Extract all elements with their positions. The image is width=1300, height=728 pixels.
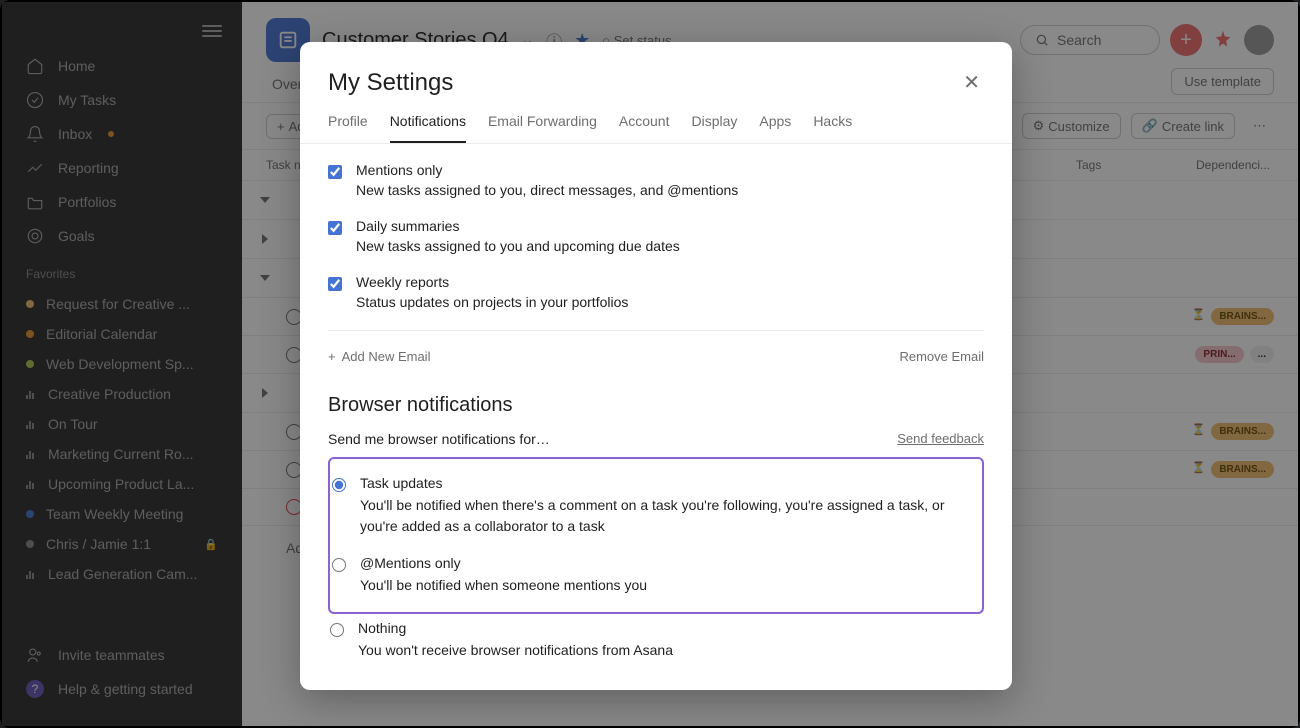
radio-input[interactable] [332, 478, 346, 492]
checkbox-input[interactable] [328, 221, 342, 235]
checkbox-input[interactable] [328, 277, 342, 291]
close-button[interactable]: ✕ [959, 66, 984, 99]
radio-input[interactable] [332, 558, 346, 572]
modal-tab-profile[interactable]: Profile [328, 113, 368, 143]
modal-tabs: Profile Notifications Email Forwarding Acco… [300, 99, 1012, 144]
browser-notifications-heading: Browser notifications [328, 394, 984, 417]
radio-task-updates[interactable]: Task updatesYou'll be notified when ther… [330, 475, 968, 537]
radio-input[interactable] [330, 623, 344, 637]
remove-email-button[interactable]: Remove Email [899, 349, 984, 364]
add-email-button[interactable]: +Add New Email [328, 349, 430, 364]
plus-icon: + [328, 349, 336, 364]
modal-tab-notifications[interactable]: Notifications [390, 113, 466, 143]
checkbox-desc: Status updates on projects in your portf… [356, 294, 628, 310]
highlighted-options: Task updatesYou'll be notified when ther… [328, 457, 984, 614]
send-feedback-link[interactable]: Send feedback [897, 431, 984, 447]
modal-tab-hacks[interactable]: Hacks [813, 113, 852, 143]
checkbox-title: Daily summaries [356, 218, 680, 234]
modal-title: My Settings [328, 69, 453, 97]
settings-modal: My Settings ✕ Profile Notifications Email … [300, 42, 1012, 690]
browser-subhead: Send me browser notifications for… [328, 431, 550, 447]
checkbox-input[interactable] [328, 165, 342, 179]
checkbox-row[interactable]: Daily summaries New tasks assigned to you… [328, 218, 984, 254]
checkbox-desc: New tasks assigned to you and upcoming d… [356, 238, 680, 254]
radio-nothing[interactable]: NothingYou won't receive browser notific… [328, 620, 984, 661]
modal-tab-account[interactable]: Account [619, 113, 670, 143]
radio-mentions-only[interactable]: @Mentions onlyYou'll be notified when so… [330, 555, 968, 596]
checkbox-title: Weekly reports [356, 274, 628, 290]
checkbox-row[interactable]: Weekly reports Status updates on projects… [328, 274, 984, 310]
modal-tab-apps[interactable]: Apps [759, 113, 791, 143]
checkbox-title: Mentions only [356, 162, 738, 178]
modal-tab-email-forwarding[interactable]: Email Forwarding [488, 113, 597, 143]
checkbox-desc: New tasks assigned to you, direct messag… [356, 182, 738, 198]
checkbox-row[interactable]: Mentions only New tasks assigned to you, … [328, 162, 984, 198]
modal-tab-display[interactable]: Display [691, 113, 737, 143]
